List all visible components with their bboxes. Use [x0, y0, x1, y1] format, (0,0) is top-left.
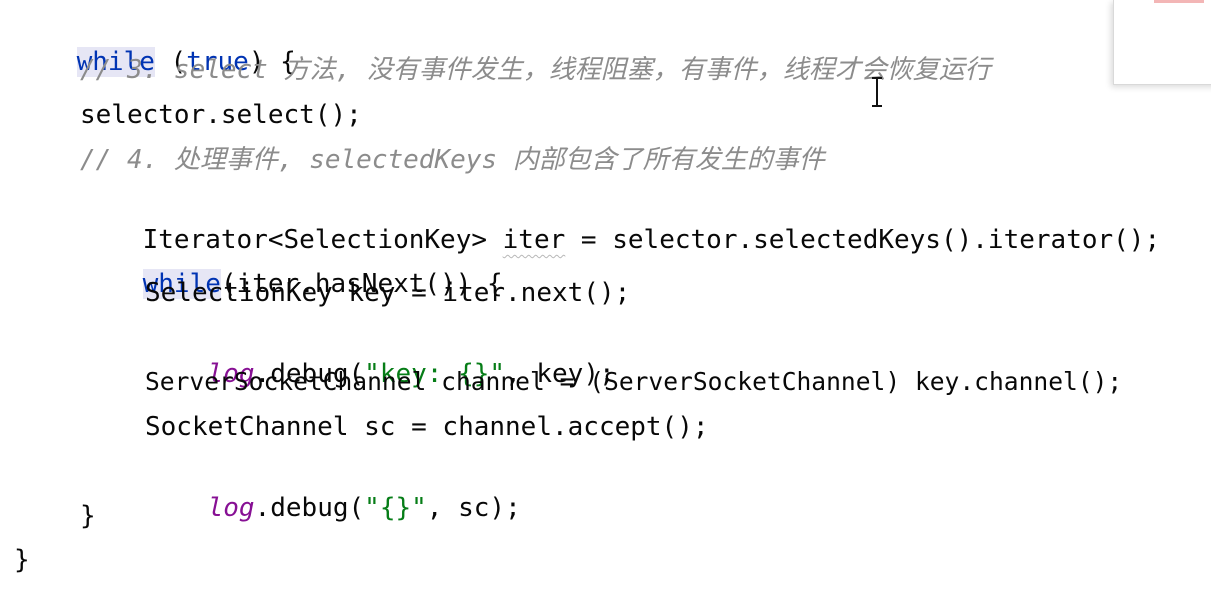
comment-line[interactable]: // 3. select 方法, 没有事件发生，线程阻塞，有事件，线程才会恢复运… [80, 52, 991, 88]
log-field: log [207, 493, 255, 523]
code-editor[interactable]: while (true) { // 3. select 方法, 没有事件发生，线… [0, 0, 1211, 592]
closing-brace[interactable]: } [14, 542, 30, 578]
code-line[interactable]: while (true) { [14, 8, 296, 77]
code-line[interactable]: while(iter.hasNext()) { [80, 230, 503, 299]
code-line[interactable]: SelectionKey key = iter.next(); [145, 275, 630, 311]
code-line[interactable]: SocketChannel sc = channel.accept(); [145, 409, 709, 445]
code-line[interactable]: log.debug("key: {}", key); [145, 320, 615, 389]
comment-line[interactable]: // 4. 处理事件, selectedKeys 内部包含了所有发生的事件 [80, 142, 825, 178]
code-line[interactable]: ServerSocketChannel channel = (ServerSoc… [145, 364, 1122, 400]
popup-highlight [1154, 0, 1204, 3]
code-line[interactable]: Iterator<SelectionKey> iter = selector.s… [80, 186, 1160, 255]
string-literal: "{}" [364, 493, 427, 523]
code-line[interactable]: selector.select(); [80, 97, 362, 133]
code-text: , sc); [426, 493, 521, 523]
tooltip-popup [1113, 0, 1211, 85]
code-text: .debug( [254, 493, 365, 523]
code-line[interactable]: log.debug("{}", sc); [145, 454, 521, 523]
closing-brace[interactable]: } [80, 498, 96, 534]
code-text: = selector.selectedKeys().iterator(); [565, 225, 1161, 255]
text-cursor-icon [872, 77, 882, 107]
variable-iter: iter [502, 225, 566, 255]
